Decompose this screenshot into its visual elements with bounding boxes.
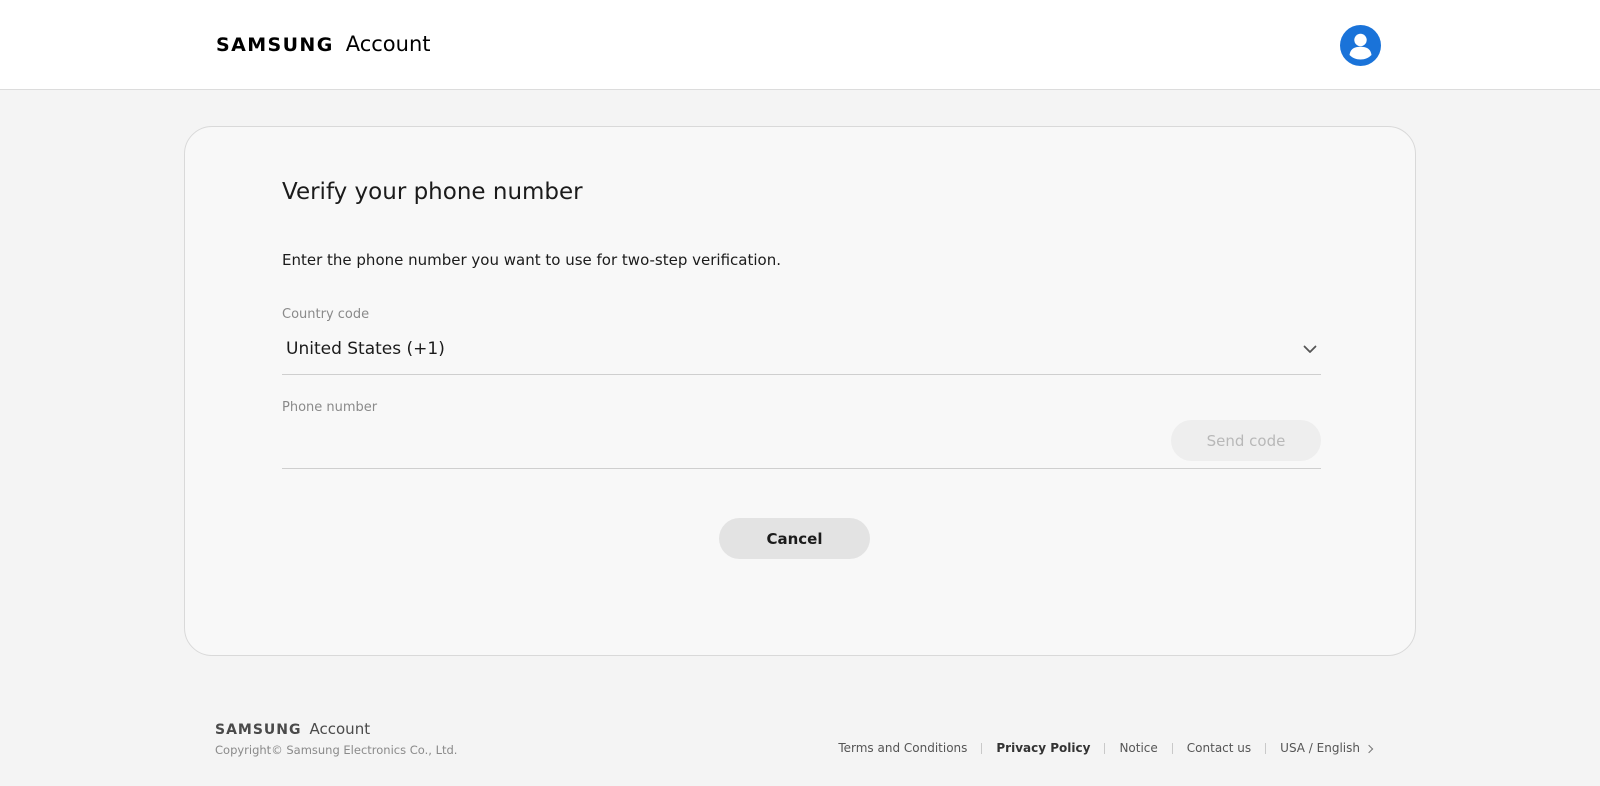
footer-logo-product: Account — [309, 720, 371, 738]
divider — [981, 742, 983, 754]
chevron-right-icon — [1364, 744, 1374, 754]
chevron-down-icon — [1303, 345, 1317, 353]
footer-links: Terms and Conditions Privacy Policy Noti… — [838, 741, 1374, 755]
logo-brand: SAMSUNG — [216, 34, 334, 56]
country-code-select[interactable]: United States (+1) — [282, 327, 1321, 375]
page-description: Enter the phone number you want to use f… — [282, 251, 781, 269]
privacy-policy-link[interactable]: Privacy Policy — [996, 741, 1090, 755]
phone-number-row: Send code — [282, 417, 1321, 469]
phone-number-input[interactable] — [282, 425, 1142, 461]
page-title: Verify your phone number — [282, 179, 583, 205]
notice-link[interactable]: Notice — [1119, 741, 1157, 755]
send-code-button[interactable]: Send code — [1171, 420, 1321, 461]
header: SAMSUNG Account — [0, 0, 1600, 90]
divider — [1104, 742, 1106, 754]
cancel-button[interactable]: Cancel — [719, 518, 870, 559]
footer-logo: SAMSUNG Account — [215, 720, 370, 738]
language-selector[interactable]: USA / English — [1280, 741, 1374, 755]
language-label: USA / English — [1280, 741, 1360, 755]
country-code-label: Country code — [282, 307, 370, 322]
samsung-account-logo[interactable]: SAMSUNG Account — [216, 32, 431, 56]
user-avatar-icon[interactable] — [1340, 25, 1381, 66]
copyright-text: Copyright© Samsung Electronics Co., Ltd. — [215, 743, 458, 757]
phone-number-label: Phone number — [282, 400, 378, 415]
verify-phone-card: Verify your phone number Enter the phone… — [184, 126, 1416, 656]
divider — [1171, 742, 1173, 754]
divider — [1265, 742, 1267, 754]
contact-us-link[interactable]: Contact us — [1187, 741, 1251, 755]
footer-logo-brand: SAMSUNG — [215, 722, 302, 738]
terms-link[interactable]: Terms and Conditions — [838, 741, 967, 755]
logo-product: Account — [345, 32, 431, 56]
country-code-value: United States (+1) — [286, 339, 445, 359]
